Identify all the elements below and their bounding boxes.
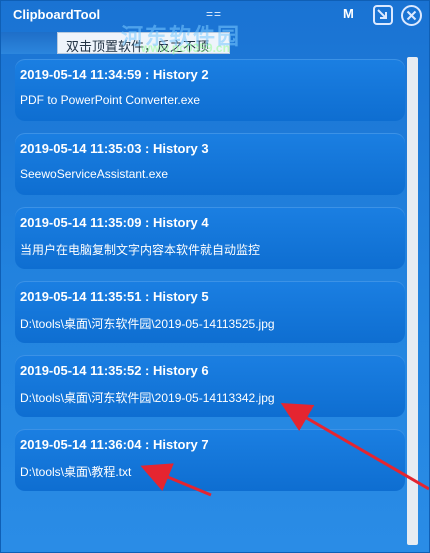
history-item-header: 2019-05-14 11:35:03 : History 3 — [20, 141, 209, 156]
history-item-content: SeewoServiceAssistant.exe — [20, 167, 169, 181]
history-item-header: 2019-05-14 11:35:51 : History 5 — [20, 289, 209, 304]
history-item[interactable]: 2019-05-14 11:35:51 : History 5 D:\tools… — [15, 281, 405, 343]
pin-window-icon[interactable] — [373, 5, 393, 25]
tooltip-hint: 双击顶置软件，反之不顶置。 — [57, 32, 230, 73]
history-item[interactable]: 2019-05-14 11:35:03 : History 3 SeewoSer… — [15, 133, 405, 195]
history-list[interactable]: 2019-05-14 11:34:59 : History 2 PDF to P… — [11, 57, 405, 507]
app-title: ClipboardTool — [13, 7, 101, 22]
history-item-content: D:\tools\桌面\河东软件园\2019-05-14113342.jpg — [20, 391, 275, 405]
history-item-header: 2019-05-14 11:35:52 : History 6 — [20, 363, 209, 378]
history-item[interactable]: 2019-05-14 11:35:09 : History 4 当用户在电脑复制… — [15, 207, 405, 269]
history-item-header: 2019-05-14 11:36:04 : History 7 — [20, 437, 209, 452]
menu-glyph[interactable]: == — [206, 7, 222, 21]
history-item-content: PDF to PowerPoint Converter.exe — [20, 93, 201, 107]
history-item-content: 当用户在电脑复制文字内容本软件就自动监控 — [20, 243, 261, 257]
history-item-header: 2019-05-14 11:34:59 : History 2 — [20, 67, 209, 82]
history-item-content: D:\tools\桌面\河东软件园\2019-05-14113525.jpg — [20, 317, 275, 331]
history-item-header: 2019-05-14 11:35:09 : History 4 — [20, 215, 209, 230]
title-bar[interactable]: ClipboardTool == M — [1, 1, 429, 31]
clipboard-tool-window: ClipboardTool == M 双击顶置软件，反之不顶置。 河东软件园 w… — [0, 0, 430, 553]
history-item[interactable]: 2019-05-14 11:36:04 : History 7 D:\tools… — [15, 429, 405, 491]
close-icon[interactable] — [401, 5, 422, 26]
hint-left-area — [1, 32, 57, 54]
empty-area — [1, 506, 407, 552]
history-item-content: D:\tools\桌面\教程.txt — [20, 465, 132, 479]
history-item[interactable]: 2019-05-14 11:35:52 : History 6 D:\tools… — [15, 355, 405, 417]
m-button[interactable]: M — [343, 6, 354, 21]
history-item[interactable]: 2019-05-14 11:34:59 : History 2 PDF to P… — [15, 59, 405, 121]
vertical-scrollbar[interactable] — [407, 57, 418, 545]
